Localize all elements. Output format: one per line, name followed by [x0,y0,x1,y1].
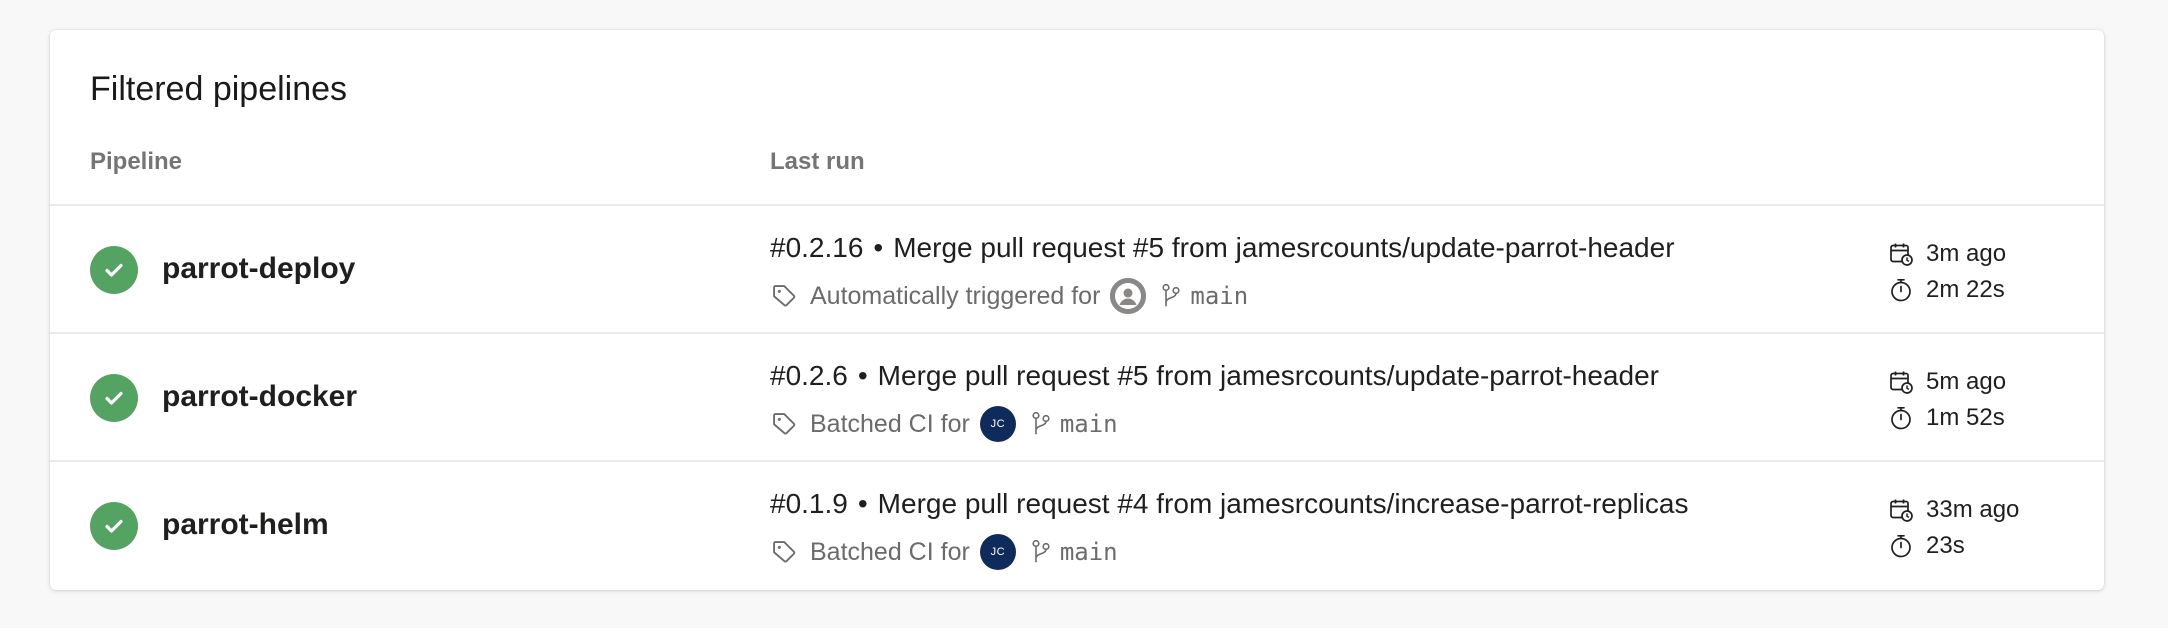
user-avatar[interactable]: JC [979,534,1016,570]
calendar-clock-icon [1890,243,1913,266]
run-times: 5m ago 1m 52s [1888,364,2006,436]
pipeline-row[interactable]: parrot-helm #0.1.9 • Merge pull request #4… [50,460,2104,588]
run-number: #0.2.16 [770,232,864,263]
run-times: 3m ago 2m 22s [1888,236,2006,308]
branch-name[interactable]: main [1060,538,1118,566]
stopwatch-icon [1891,534,1911,558]
separator: • [857,488,868,519]
started-time: 3m ago [1888,236,2006,272]
run-trigger-info: Batched CI for JC main [770,406,1118,442]
tag-icon [773,285,796,307]
user-avatar[interactable] [1110,278,1147,314]
pipeline-name[interactable]: parrot-helm [162,508,329,542]
filtered-pipelines-panel: Filtered pipelines Pipeline Last run par… [50,30,2104,590]
stopwatch-icon [1891,406,1911,430]
trigger-text: Batched CI for [810,409,970,438]
branch-icon [1162,283,1181,307]
stopwatch-icon [1891,278,1911,302]
run-number: #0.1.9 [770,488,848,519]
run-duration: 23s [1888,528,2019,564]
branch-icon [1032,411,1050,435]
panel-title: Filtered pipelines [90,70,348,108]
pipeline-name[interactable]: parrot-deploy [162,252,355,286]
run-title[interactable]: #0.2.6 • Merge pull request #5 from jamesr… [770,360,1659,392]
column-header-pipeline: Pipeline [90,148,183,175]
user-avatar[interactable]: JC [979,406,1016,442]
separator: • [857,360,868,391]
branch-name[interactable]: main [1190,282,1248,310]
run-title[interactable]: #0.1.9 • Merge pull request #4 from jamesr… [770,488,1688,520]
commit-message: Merge pull request #5 from jamesrcounts/… [877,360,1659,391]
started-time: 5m ago [1888,364,2006,400]
calendar-clock-icon [1890,499,1913,522]
commit-message: Merge pull request #5 from jamesrcounts/… [893,232,1675,263]
started-time: 33m ago [1888,492,2019,528]
calendar-clock-icon [1890,371,1913,394]
commit-message: Merge pull request #4 from jamesrcounts/… [877,488,1689,519]
tag-icon [773,413,796,435]
run-trigger-info: Automatically triggered for main [770,278,1248,314]
branch-icon [1032,539,1050,563]
trigger-text: Automatically triggered for [810,281,1101,310]
pipeline-row[interactable]: parrot-docker #0.2.6 • Merge pull request … [50,332,2104,460]
run-times: 33m ago 23s [1888,492,2019,564]
branch-name[interactable]: main [1060,410,1118,438]
run-number: #0.2.6 [770,360,848,391]
pipeline-row[interactable]: parrot-deploy #0.2.16 • Merge pull request… [50,204,2104,332]
column-header-last-run: Last run [770,148,865,175]
run-trigger-info: Batched CI for JC main [770,534,1118,570]
pipeline-name[interactable]: parrot-docker [162,380,357,414]
trigger-text: Batched CI for [810,537,970,566]
status-succeeded-icon [90,374,138,422]
run-duration: 2m 22s [1888,272,2006,308]
user-icon [1110,278,1147,314]
status-succeeded-icon [90,502,138,550]
tag-icon [773,541,796,563]
status-succeeded-icon [90,246,138,294]
separator: • [873,232,884,263]
run-title[interactable]: #0.2.16 • Merge pull request #5 from james… [770,232,1675,264]
run-duration: 1m 52s [1888,400,2006,436]
